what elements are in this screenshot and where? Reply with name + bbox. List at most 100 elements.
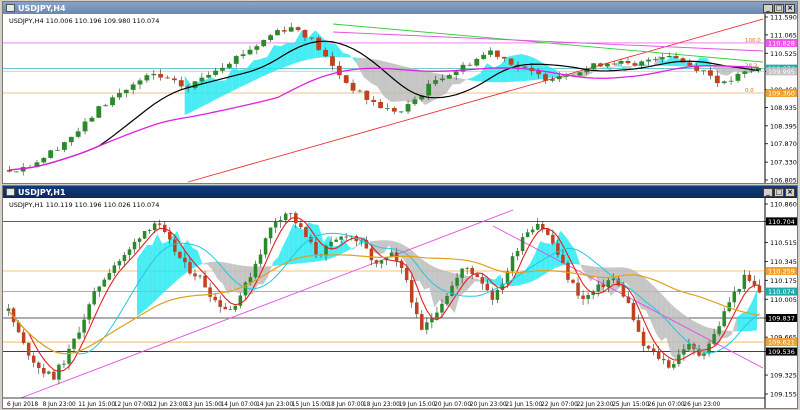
candle-body — [606, 280, 611, 288]
candle-body — [625, 61, 631, 64]
price-axis-label: 111.590 — [770, 14, 797, 22]
time-axis-label: 14 Jun 07:00 — [221, 402, 258, 408]
candle-body — [749, 70, 755, 72]
h1-chart[interactable]: USDJPY,H1 110.119 110.196 110.026 110.07… — [3, 198, 797, 408]
time-axis-label: 15 Jun 15:00 — [292, 402, 329, 408]
candle-body — [501, 56, 507, 59]
candle-body — [576, 282, 580, 296]
candle-body — [404, 268, 409, 281]
close-button[interactable]: × — [785, 3, 795, 13]
candle-body — [31, 355, 36, 363]
candle-body — [247, 49, 253, 55]
candle-body — [556, 243, 560, 255]
candle-body — [57, 364, 61, 380]
window-titlebar[interactable]: USDJPY,H4 _ □ × — [3, 2, 797, 14]
ichimoku-cloud-slice — [157, 233, 163, 299]
window-titlebar[interactable]: USDJPY,H1 _ □ × — [3, 186, 797, 198]
candle-body — [203, 275, 207, 288]
time-axis-label: 25 Jun 15:00 — [612, 402, 649, 408]
ichimoku-cloud-slice — [152, 233, 158, 304]
candle-body — [371, 99, 377, 102]
candle-body — [343, 75, 349, 83]
maximize-button[interactable]: □ — [774, 187, 784, 197]
chart-window-icon — [6, 188, 15, 196]
ichimoku-cloud-slice — [232, 67, 240, 91]
candle-body — [254, 46, 260, 50]
candle-body — [596, 284, 600, 292]
candle-body — [82, 121, 88, 132]
fibo-level-label: 0.0 — [745, 88, 754, 94]
candle-body — [281, 30, 287, 32]
candle-body — [722, 311, 726, 327]
ichimoku-cloud-slice — [720, 66, 728, 76]
maximize-button[interactable]: □ — [774, 3, 784, 13]
candle-body — [666, 55, 672, 58]
candle-body — [137, 238, 142, 242]
candle-body — [178, 80, 184, 87]
chart-window-icon — [6, 4, 15, 12]
candle-body — [535, 223, 540, 230]
candle-body — [481, 54, 487, 59]
candle-body — [364, 90, 370, 100]
h4-chart[interactable]: USDJPY,H4 110.006 110.196 109.980 110.07… — [3, 14, 797, 183]
close-button[interactable]: × — [785, 187, 795, 197]
candle-body — [474, 58, 480, 66]
candle-body — [631, 302, 636, 321]
candle-body — [757, 285, 762, 293]
candle-body — [604, 63, 610, 67]
ichimoku-cloud-slice — [287, 42, 295, 66]
ichimoku-cloud-slice — [545, 243, 551, 274]
candle-body — [152, 223, 157, 231]
candle-body — [460, 268, 464, 278]
candle-body — [571, 279, 575, 283]
candle-body — [357, 90, 363, 92]
candle-body — [248, 277, 253, 283]
time-axis-label: 12 Jun 07:00 — [114, 402, 151, 408]
ichimoku-cloud-slice — [404, 66, 412, 103]
candle-body — [747, 274, 752, 281]
candle-body — [480, 277, 485, 284]
chart-window-h4[interactable]: USDJPY,H4 _ □ × USDJPY,H4 110.006 110.19… — [2, 1, 798, 184]
time-axis-label: 11 Jun 15:00 — [78, 402, 115, 408]
ichimoku-cloud-slice — [167, 236, 173, 290]
fibo-level-label: 100.0 — [745, 38, 761, 44]
price-tag-label: 109.360 — [768, 89, 795, 97]
minimize-button[interactable]: _ — [763, 3, 773, 13]
candle-body — [435, 312, 439, 318]
candle-body — [62, 142, 67, 150]
price-axis-label: 106.805 — [770, 177, 797, 184]
candle-body — [26, 343, 31, 356]
candle-body — [117, 261, 122, 266]
price-tag-label: 110.704 — [768, 218, 795, 226]
candle-body — [62, 363, 66, 365]
symbol-info-text: USDJPY,H1 110.119 110.196 110.026 110.07… — [9, 201, 159, 209]
candle-body — [97, 286, 102, 292]
candle-body — [586, 294, 590, 299]
chart-window-h1[interactable]: USDJPY,H1 _ □ × USDJPY,H1 110.119 110.19… — [2, 185, 798, 409]
candle-body — [68, 136, 74, 143]
candle-body — [656, 351, 661, 359]
candle-body — [536, 71, 542, 75]
candle-body — [412, 99, 418, 105]
price-axis-label: 110.525 — [770, 50, 797, 58]
time-axis-label: 18 Jun 23:00 — [363, 402, 400, 408]
candle-body — [374, 260, 379, 264]
candle-body — [561, 254, 565, 263]
time-axis-label: 26 Jun 23:00 — [683, 402, 720, 408]
candle-body — [223, 306, 228, 310]
price-tag-label: 109.837 — [768, 315, 795, 323]
candle-body — [465, 267, 469, 269]
candle-body — [515, 251, 520, 257]
time-axis-label: 18 Jun 07:00 — [327, 402, 364, 408]
price-tag-label: 109.621 — [768, 339, 795, 347]
symbol-info-text: USDJPY,H4 110.006 110.196 109.980 110.07… — [9, 17, 159, 25]
candle-body — [398, 111, 404, 113]
candle-body — [708, 70, 713, 76]
price-tag-label: 110.259 — [768, 267, 795, 275]
candle-body — [717, 326, 721, 335]
candle-body — [687, 344, 691, 350]
window-title: USDJPY,H1 — [18, 187, 66, 197]
candle-body — [556, 76, 562, 80]
minimize-button[interactable]: _ — [763, 187, 773, 197]
candle-body — [673, 55, 679, 59]
